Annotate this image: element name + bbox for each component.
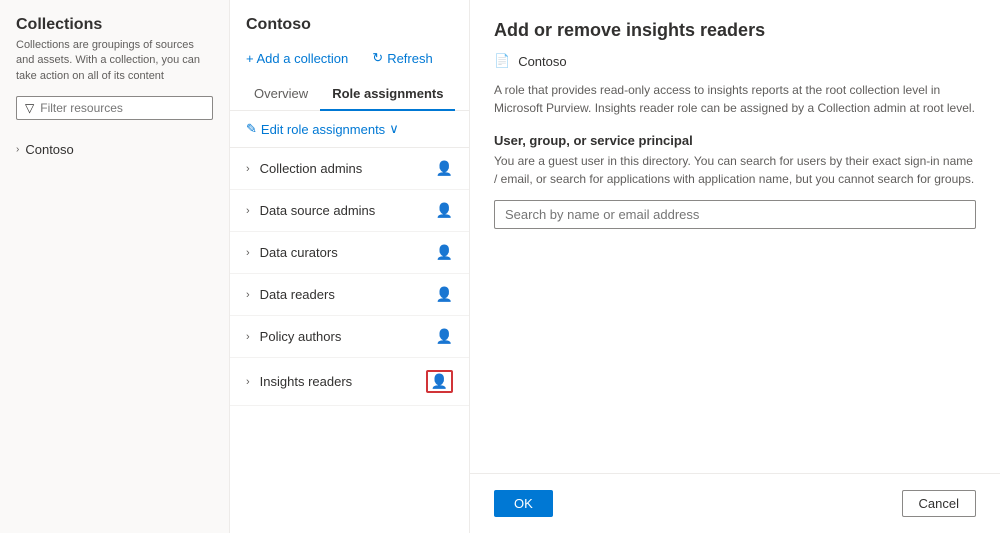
chevron-right-icon: › xyxy=(246,376,250,388)
add-collection-button[interactable]: + Add a collection xyxy=(242,47,352,70)
middle-panel: Contoso + Add a collection ↻ Refresh Ove… xyxy=(230,0,470,533)
sidebar-header: Collections Collections are groupings of… xyxy=(0,0,229,132)
tab-overview[interactable]: Overview xyxy=(242,78,320,111)
collection-name: Contoso xyxy=(518,54,566,69)
edit-icon: ✎ xyxy=(246,121,257,137)
role-item-data-readers[interactable]: › Data readers 👤 xyxy=(230,274,469,316)
role-list: › Collection admins 👤 › Data source admi… xyxy=(230,148,469,533)
sidebar-tree: › Contoso xyxy=(0,132,229,167)
filter-resources-input[interactable] xyxy=(40,101,204,115)
chevron-right-icon: › xyxy=(246,289,250,301)
search-input-wrap xyxy=(494,200,976,229)
collection-icon: 📄 xyxy=(494,53,510,69)
chevron-right-icon: › xyxy=(246,205,250,217)
add-user-icon: 👤 xyxy=(436,286,453,303)
search-input[interactable] xyxy=(494,200,976,229)
role-item-insights-readers[interactable]: › Insights readers 👤 xyxy=(230,358,469,406)
role-item-data-source-admins[interactable]: › Data source admins 👤 xyxy=(230,190,469,232)
tab-role-assignments[interactable]: Role assignments xyxy=(320,78,455,111)
sidebar-description: Collections are groupings of sources and… xyxy=(16,38,213,84)
right-content: Add or remove insights readers 📄 Contoso… xyxy=(470,0,1000,473)
middle-tabs: Overview Role assignments xyxy=(230,78,469,111)
role-item-data-curators[interactable]: › Data curators 👤 xyxy=(230,232,469,274)
chevron-down-icon: ∨ xyxy=(389,121,399,137)
sidebar-item-label: Contoso xyxy=(25,142,73,157)
role-item-policy-authors[interactable]: › Policy authors 👤 xyxy=(230,316,469,358)
role-label: Data readers xyxy=(260,287,436,302)
right-panel: Add or remove insights readers 📄 Contoso… xyxy=(470,0,1000,533)
role-label: Data curators xyxy=(260,245,436,260)
add-user-icon: 👤 xyxy=(436,244,453,261)
sidebar-title: Collections xyxy=(16,16,213,34)
panel-title: Add or remove insights readers xyxy=(494,20,976,41)
right-footer: OK Cancel xyxy=(470,473,1000,533)
chevron-right-icon: › xyxy=(246,247,250,259)
chevron-right-icon: › xyxy=(16,144,19,155)
refresh-icon: ↻ xyxy=(372,50,383,66)
role-item-collection-admins[interactable]: › Collection admins 👤 xyxy=(230,148,469,190)
add-user-icon-highlighted[interactable]: 👤 xyxy=(426,370,453,393)
role-label: Policy authors xyxy=(260,329,436,344)
add-user-icon: 👤 xyxy=(436,328,453,345)
role-label: Collection admins xyxy=(260,161,436,176)
collection-title: Contoso xyxy=(230,0,469,42)
sidebar: Collections Collections are groupings of… xyxy=(0,0,230,533)
panel-subtitle: 📄 Contoso xyxy=(494,53,976,69)
refresh-label: Refresh xyxy=(387,51,433,66)
add-user-icon: 👤 xyxy=(436,202,453,219)
edit-role-label: Edit role assignments xyxy=(261,122,385,137)
ok-button[interactable]: OK xyxy=(494,490,553,517)
section-label: User, group, or service principal xyxy=(494,133,976,148)
add-user-icon: 👤 xyxy=(436,160,453,177)
filter-resources-box[interactable]: ▽ xyxy=(16,96,213,120)
chevron-right-icon: › xyxy=(246,331,250,343)
filter-icon: ▽ xyxy=(25,101,34,115)
cancel-button[interactable]: Cancel xyxy=(902,490,976,517)
footer-actions: OK Cancel xyxy=(494,490,976,517)
refresh-button[interactable]: ↻ Refresh xyxy=(368,46,436,70)
sidebar-item-contoso[interactable]: › Contoso xyxy=(0,136,229,163)
chevron-right-icon: › xyxy=(246,163,250,175)
role-label: Insights readers xyxy=(260,374,426,389)
edit-role-assignments-bar[interactable]: ✎ Edit role assignments ∨ xyxy=(230,111,469,148)
panel-description: A role that provides read-only access to… xyxy=(494,81,976,117)
middle-toolbar: + Add a collection ↻ Refresh xyxy=(230,42,469,78)
section-sublabel: You are a guest user in this directory. … xyxy=(494,152,976,188)
role-label: Data source admins xyxy=(260,203,436,218)
